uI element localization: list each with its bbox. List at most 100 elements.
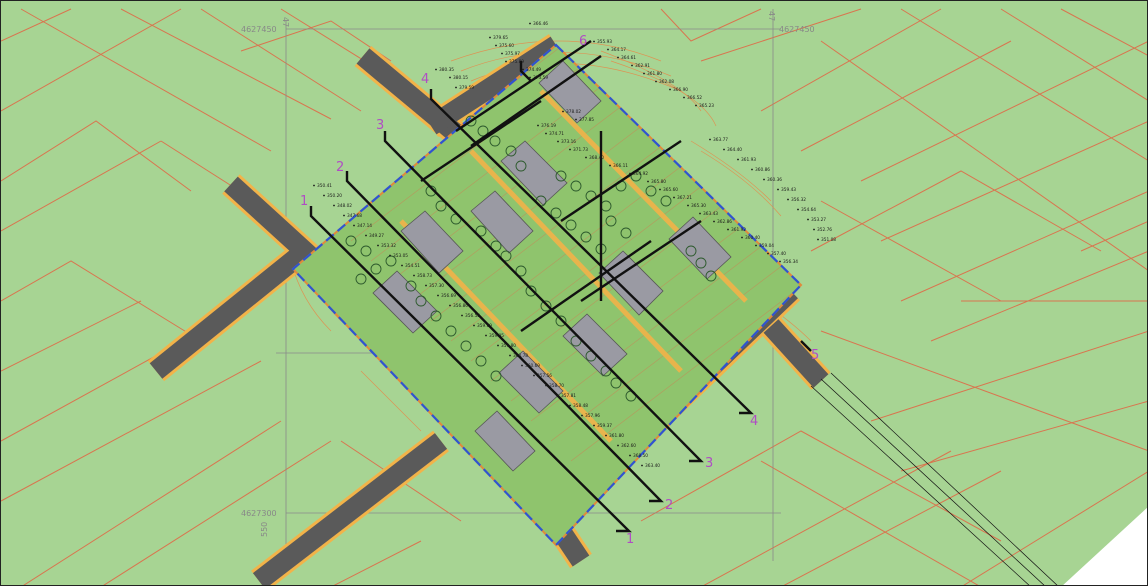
elevation-point xyxy=(581,414,583,417)
elevation-point xyxy=(647,180,649,183)
elevation-label: 373.59 xyxy=(533,75,548,81)
section-marker: 2 xyxy=(665,498,673,513)
section-marker: 3 xyxy=(705,456,713,471)
elevation-point xyxy=(737,158,739,161)
elevation-label: 356.69 xyxy=(441,293,456,299)
elevation-point xyxy=(683,96,685,99)
elevation-label: 380.15 xyxy=(453,75,468,81)
elevation-label: 350.41 xyxy=(317,183,332,189)
elevation-label: 353.05 xyxy=(393,253,408,259)
elevation-label: 373.16 xyxy=(561,139,576,145)
elevation-point xyxy=(713,220,715,223)
elevation-point xyxy=(723,148,725,151)
elevation-label: 377.85 xyxy=(579,117,594,123)
elevation-point xyxy=(813,228,815,231)
elevation-label: 357.30 xyxy=(429,283,444,289)
site-plan-canvas: 1 2 3 4 6 1 2 3 4 5 4627450 4627450 4627… xyxy=(1,1,1147,585)
elevation-point xyxy=(313,184,315,187)
elevation-label: 351.08 xyxy=(821,237,836,243)
elevation-label: 366.11 xyxy=(613,163,628,169)
elevation-point xyxy=(449,76,451,79)
elevation-label: 353.27 xyxy=(811,217,826,223)
elevation-label: 366.90 xyxy=(673,87,688,93)
elevation-point xyxy=(495,44,497,47)
elevation-label: 379.59 xyxy=(459,85,474,91)
elevation-label: 348.02 xyxy=(337,203,352,209)
elevation-label: 360.40 xyxy=(745,235,760,241)
elevation-point xyxy=(817,238,819,241)
elevation-point xyxy=(533,374,535,377)
elevation-point xyxy=(545,132,547,135)
elevation-point xyxy=(455,86,457,89)
elevation-label: 359.80 xyxy=(501,343,516,349)
elevation-point xyxy=(659,188,661,191)
elevation-point xyxy=(529,22,531,25)
elevation-label: 353.32 xyxy=(381,243,396,249)
elevation-label: 360.78 xyxy=(513,353,528,359)
section-marker: 6 xyxy=(579,34,587,49)
section-marker: 1 xyxy=(626,532,634,547)
elevation-label: 363.40 xyxy=(645,463,660,469)
elevation-label: 363.77 xyxy=(713,137,728,143)
elevation-label: 356.32 xyxy=(791,197,806,203)
elevation-point xyxy=(575,118,577,121)
elevation-label: 365.30 xyxy=(691,203,706,209)
elevation-point xyxy=(655,80,657,83)
elevation-label: 378.02 xyxy=(566,109,581,115)
elevation-label: 359.89 xyxy=(477,323,492,329)
elevation-point xyxy=(545,384,547,387)
elevation-label: 364.17 xyxy=(611,47,626,53)
elevation-point xyxy=(473,324,475,327)
elevation-point xyxy=(377,244,379,247)
elevation-label: 368.50 xyxy=(633,453,648,459)
elevation-point xyxy=(449,304,451,307)
elevation-point xyxy=(505,60,507,63)
elevation-label: 358.48 xyxy=(573,403,588,409)
elevation-label: 366.46 xyxy=(533,21,548,27)
elevation-point xyxy=(435,68,437,71)
grid-label-east: 550 xyxy=(260,522,269,537)
elevation-point xyxy=(699,212,701,215)
elevation-label: 374.49 xyxy=(526,67,541,73)
elevation-label: 359.95 xyxy=(489,333,504,339)
elevation-label: 357.96 xyxy=(585,413,600,419)
elevation-point xyxy=(343,214,345,217)
elevation-point xyxy=(607,48,609,51)
elevation-point xyxy=(709,138,711,141)
elevation-label: 349.27 xyxy=(369,233,384,239)
elevation-label: 365.60 xyxy=(663,187,678,193)
elevation-label: 357.56 xyxy=(537,373,552,379)
elevation-label: 361.80 xyxy=(609,433,624,439)
elevation-point xyxy=(537,124,539,127)
elevation-point xyxy=(569,148,571,151)
grid-label-east: 47 xyxy=(281,17,290,27)
elevation-point xyxy=(797,208,799,211)
elevation-point xyxy=(767,252,769,255)
elevation-label: 358.70 xyxy=(549,383,564,389)
elevation-point xyxy=(593,424,595,427)
elevation-label: 356.86 xyxy=(453,303,468,309)
section-marker: 4 xyxy=(750,414,758,429)
elevation-label: 355.93 xyxy=(597,39,612,45)
elevation-point xyxy=(461,314,463,317)
elevation-point xyxy=(389,254,391,257)
elevation-point xyxy=(641,464,643,467)
elevation-label: 354.64 xyxy=(801,207,816,213)
elevation-label: 362.86 xyxy=(717,219,732,225)
elevation-point xyxy=(557,140,559,143)
site-plan-map: 1 2 3 4 6 1 2 3 4 5 4627450 4627450 4627… xyxy=(0,0,1148,586)
elevation-label: 367.21 xyxy=(677,195,692,201)
elevation-point xyxy=(497,344,499,347)
elevation-point xyxy=(521,364,523,367)
elevation-label: 362.60 xyxy=(621,443,636,449)
elevation-label: 374.71 xyxy=(549,131,564,137)
elevation-label: 361.93 xyxy=(741,157,756,163)
elevation-label: 362.08 xyxy=(659,79,674,85)
grid-label-north: 4627450 xyxy=(779,25,815,34)
elevation-point xyxy=(741,236,743,239)
elevation-point xyxy=(605,434,607,437)
elevation-point xyxy=(425,284,427,287)
elevation-point xyxy=(629,172,631,175)
section-marker: 2 xyxy=(336,160,344,175)
elevation-label: 357.40 xyxy=(771,251,786,257)
